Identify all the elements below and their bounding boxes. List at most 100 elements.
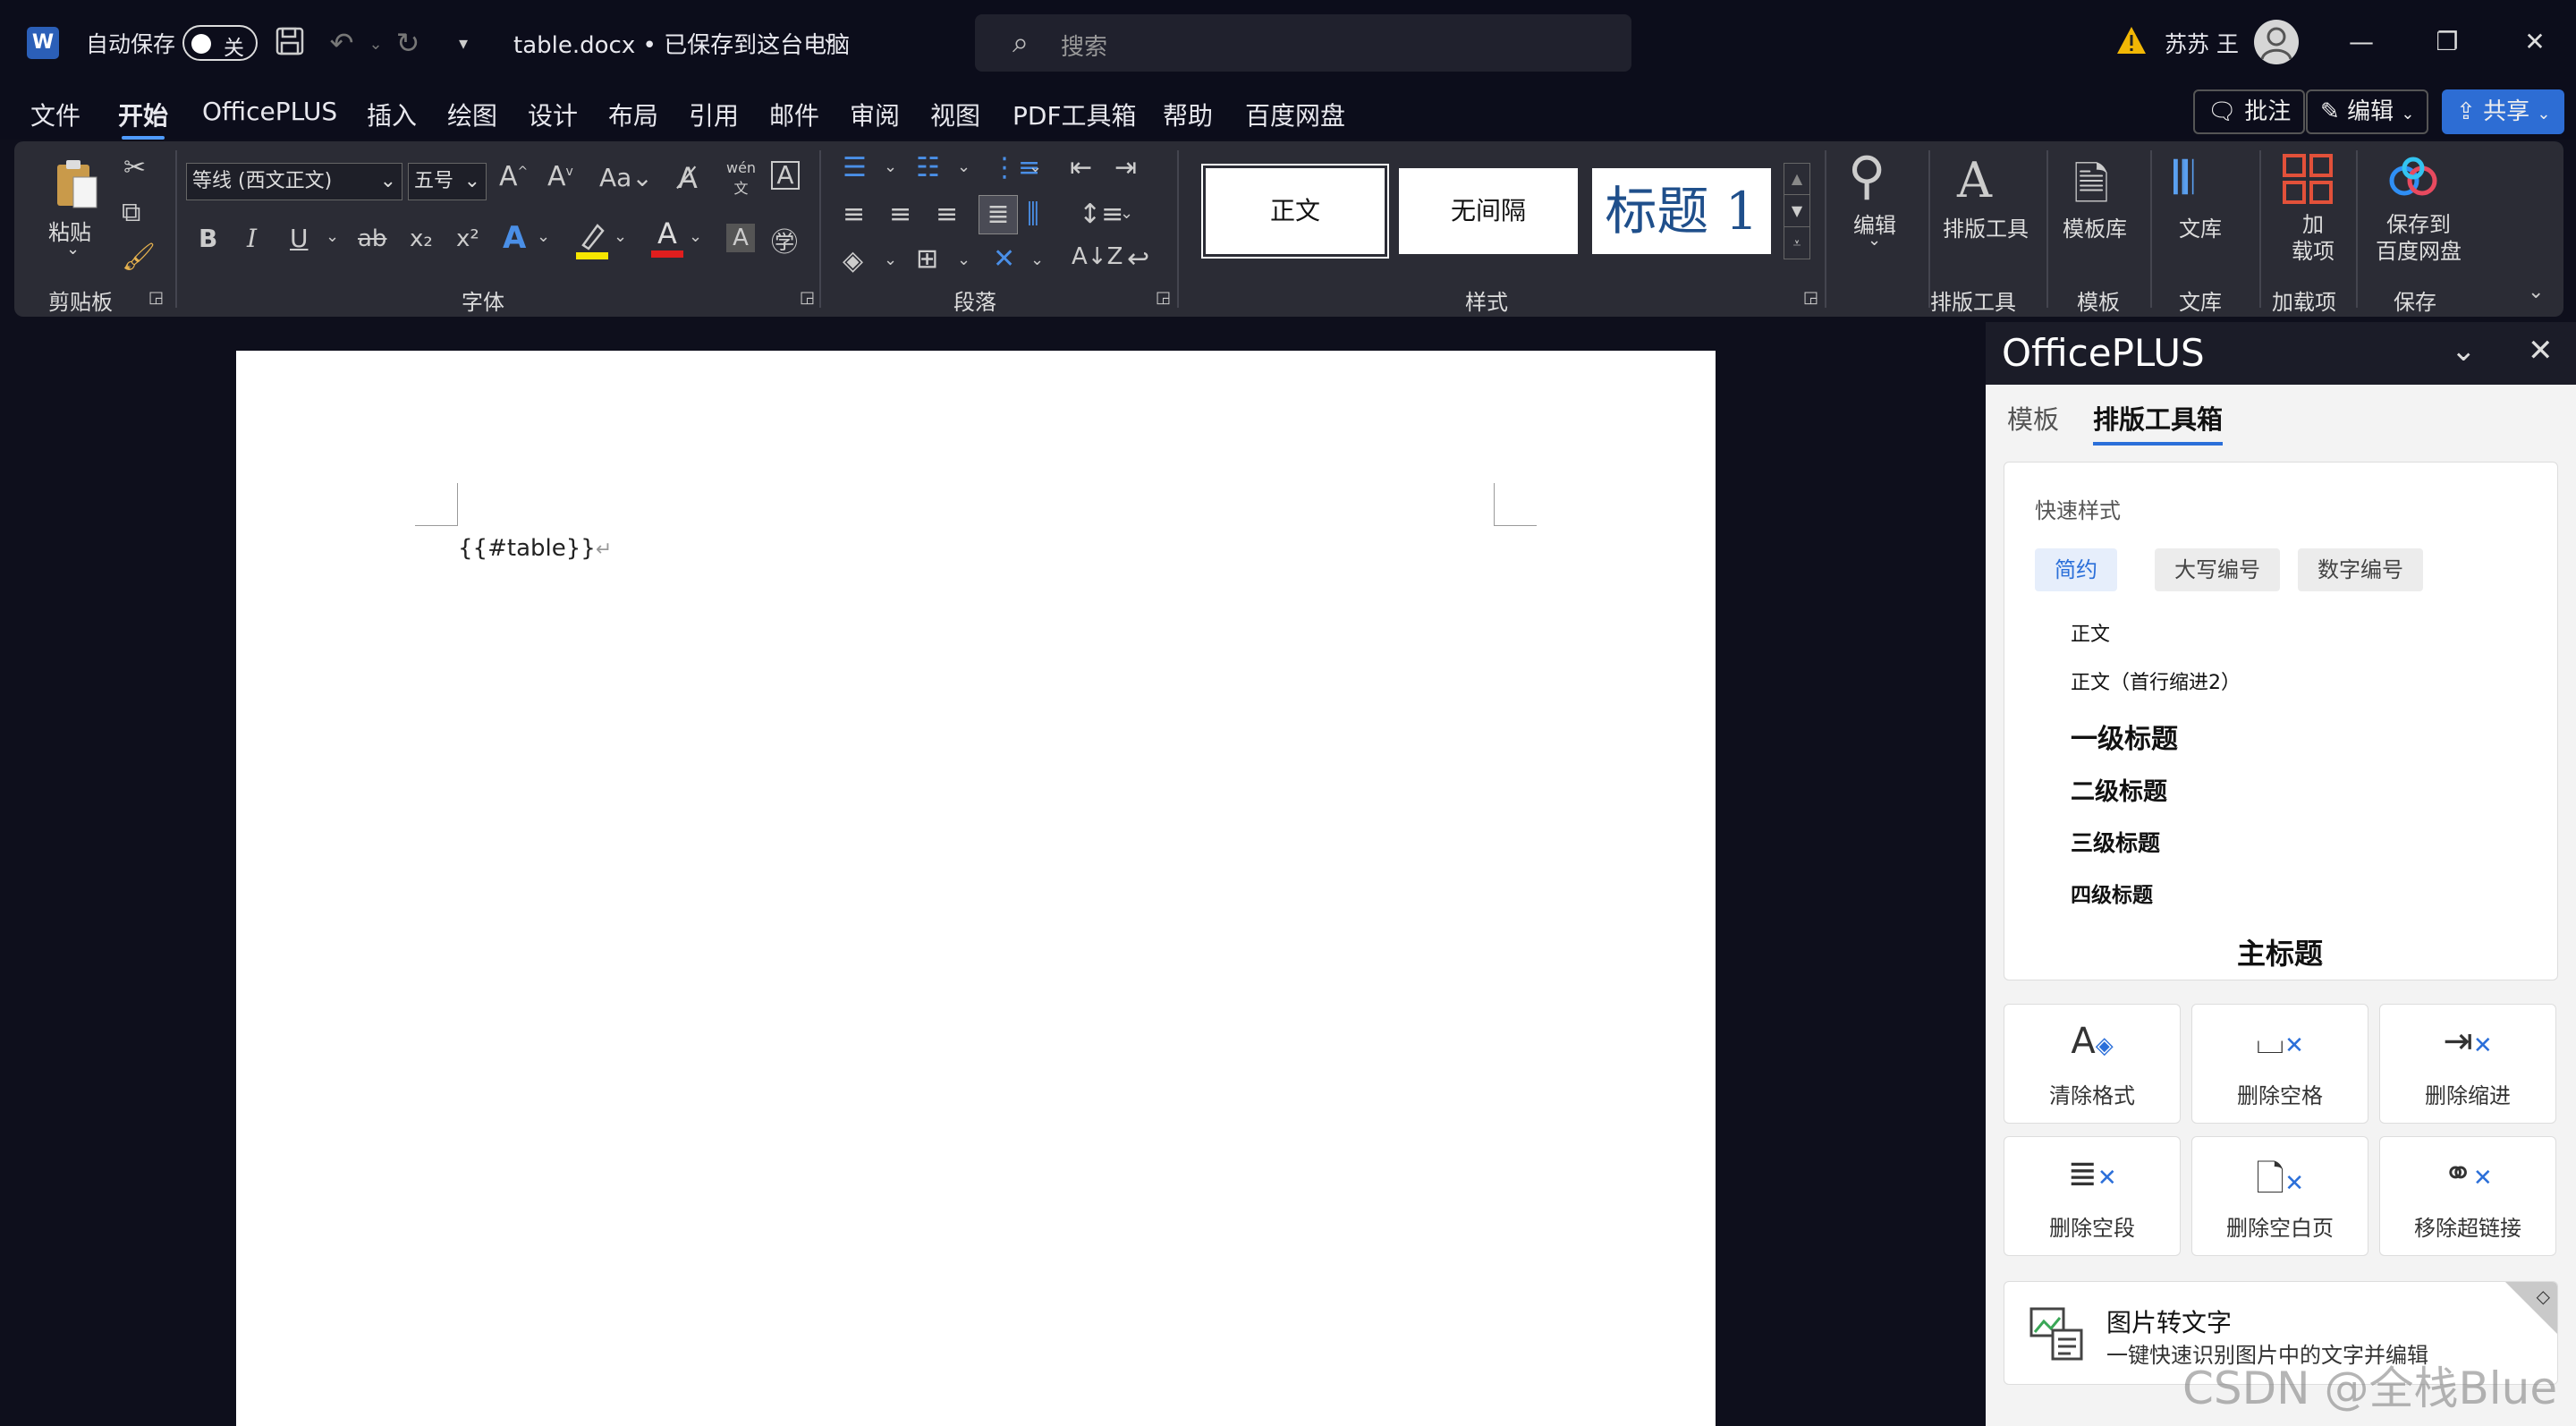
tab-officeplus[interactable]: OfficePLUS [202, 97, 337, 126]
font-size-select[interactable]: 五号 ⌄ [408, 163, 487, 200]
minimize-icon[interactable]: — [2334, 18, 2388, 66]
italic-icon[interactable]: I [247, 224, 257, 253]
tab-home[interactable]: 开始 [118, 97, 168, 140]
avatar[interactable] [2254, 20, 2299, 64]
template-library-button[interactable]: 模板库 [2063, 211, 2127, 242]
style-normal[interactable]: 正文 [1203, 166, 1387, 257]
text-effects-icon[interactable]: A [503, 220, 526, 256]
chevron-down-icon[interactable]: ⌄ [884, 250, 897, 269]
save-to-netdisk-button[interactable]: 保存到 百度网盘 [2376, 211, 2462, 265]
chevron-down-icon[interactable]: ⌄ [66, 240, 80, 259]
editing-mode-button[interactable]: ✎ 编辑 ⌄ [2306, 89, 2429, 134]
distributed-icon[interactable]: ⫼ [1027, 199, 1039, 230]
library-button[interactable]: 文库 [2179, 211, 2222, 242]
tab-references[interactable]: 引用 [689, 97, 739, 132]
quick-style-heading1[interactable]: 一级标题 [2071, 717, 2178, 756]
highlight-icon[interactable] [576, 220, 608, 259]
bullets-icon[interactable]: ☰ [843, 152, 867, 183]
underline-icon[interactable]: U [290, 224, 309, 253]
styles-scroll[interactable]: ▲ ▼ ⩡ [1784, 163, 1810, 259]
superscript-icon[interactable]: x² [456, 225, 479, 252]
chevron-down-icon[interactable]: ⌄ [2451, 333, 2477, 369]
chevron-down-icon[interactable]: ⌄ [1120, 204, 1133, 223]
close-icon[interactable]: ✕ [2508, 18, 2562, 66]
chevron-down-icon[interactable]: ⌄ [614, 227, 627, 246]
shading-icon[interactable]: ◈ [843, 245, 863, 276]
autosave-toggle[interactable]: 关 [182, 25, 258, 61]
character-shading-icon[interactable]: A [726, 224, 755, 252]
paste-icon[interactable] [50, 157, 104, 211]
numbering-icon[interactable]: ☷ [916, 152, 940, 183]
undo-dropdown-icon[interactable]: ⌄ [358, 27, 394, 63]
delete-blank-pages-button[interactable]: 🗋✕ 删除空白页 [2191, 1136, 2368, 1256]
delete-spaces-button[interactable]: ⌴✕ 删除空格 [2191, 1004, 2368, 1124]
quick-style-normal-indent[interactable]: 正文（首行缩进2） [2071, 666, 2241, 695]
customize-toolbar-icon[interactable]: ▾ [445, 25, 481, 61]
redo-icon[interactable]: ↻ [390, 25, 426, 61]
justify-icon[interactable]: ≣ [979, 195, 1018, 234]
dialog-launcher-icon[interactable]: ◲ [1803, 288, 1818, 307]
shrink-font-icon[interactable]: Av [547, 161, 573, 192]
phonetic-guide-icon[interactable]: wén 文 [726, 159, 756, 198]
chevron-down-icon[interactable]: ⌄ [1030, 250, 1044, 269]
search-input[interactable]: ⌕ 搜索 [975, 14, 1631, 72]
chevron-down-icon[interactable]: ⌄ [821, 27, 837, 49]
tab-mailings[interactable]: 邮件 [769, 97, 819, 132]
delete-indent-button[interactable]: ⇥✕ 删除缩进 [2379, 1004, 2556, 1124]
chevron-down-icon[interactable]: ⌄ [326, 227, 339, 246]
chip-uppercase-numbering[interactable]: 大写编号 [2155, 548, 2280, 591]
comments-button[interactable]: 🗨 批注 [2193, 89, 2306, 134]
warning-icon[interactable] [2116, 25, 2147, 55]
quick-style-normal[interactable]: 正文 [2071, 618, 2110, 647]
decrease-indent-icon[interactable]: ⇤ [1070, 152, 1092, 183]
chevron-down-icon[interactable]: ⌄ [957, 157, 970, 176]
align-center-icon[interactable]: ≡ [889, 199, 911, 230]
tab-templates[interactable]: 模板 [2007, 399, 2059, 437]
tab-help[interactable]: 帮助 [1163, 97, 1213, 132]
quick-style-heading3[interactable]: 三级标题 [2071, 826, 2160, 858]
tab-file[interactable]: 文件 [30, 97, 80, 132]
format-painter-icon[interactable]: 🖌 [122, 242, 156, 273]
increase-indent-icon[interactable]: ⇥ [1114, 152, 1137, 183]
ribbon-collapse-icon[interactable]: ⌄ [2528, 281, 2544, 303]
tab-baidu-netdisk[interactable]: 百度网盘 [1245, 97, 1345, 132]
clear-formatting-icon[interactable]: A̸ [678, 161, 698, 195]
subscript-icon[interactable]: x₂ [410, 225, 433, 252]
cut-icon[interactable]: ✂ [123, 152, 146, 183]
undo-icon[interactable]: ↶ [324, 25, 360, 61]
chevron-down-icon[interactable]: ⌄ [957, 250, 970, 269]
chinese-layout-icon[interactable]: ✕ [993, 243, 1015, 275]
library-icon[interactable]: 𝄃𝄃 [2174, 152, 2193, 205]
tab-view[interactable]: 视图 [930, 97, 980, 132]
tab-review[interactable]: 审阅 [850, 97, 900, 132]
font-name-select[interactable]: 等线 (西文正文) ⌄ [186, 163, 402, 200]
change-case-icon[interactable]: Aa⌄ [599, 163, 653, 192]
expand-styles-icon[interactable]: ⩡ [1784, 226, 1809, 259]
chip-numeric-numbering[interactable]: 数字编号 [2298, 548, 2423, 591]
style-no-spacing[interactable]: 无间隔 [1399, 168, 1578, 254]
enclose-characters-icon[interactable]: ㊫ [771, 220, 798, 259]
save-icon[interactable] [272, 25, 308, 61]
strikethrough-icon[interactable]: ab [358, 225, 386, 252]
layout-tool-button[interactable]: 排版工具 [1943, 211, 2029, 242]
document-filename[interactable]: table.docx • 已保存到这台电脑 [513, 27, 850, 60]
clear-format-button[interactable]: A◈ 清除格式 [2004, 1004, 2181, 1124]
user-name[interactable]: 苏苏 王 [2165, 27, 2239, 59]
layout-tool-icon[interactable]: A [1957, 152, 1992, 208]
align-right-icon[interactable]: ≡ [936, 199, 958, 230]
chevron-down-icon[interactable]: ⌄ [537, 227, 550, 246]
copy-icon[interactable]: ⧉ [122, 197, 140, 228]
sort-icon[interactable]: A↓Z [1072, 243, 1123, 270]
tab-insert[interactable]: 插入 [367, 97, 417, 132]
scroll-down-icon[interactable]: ▼ [1784, 194, 1809, 226]
align-left-icon[interactable]: ≡ [843, 199, 865, 230]
line-spacing-icon[interactable]: ↕≡ [1079, 199, 1123, 230]
remove-hyperlinks-button[interactable]: ⚭✕ 移除超链接 [2379, 1136, 2556, 1256]
quick-style-heading4[interactable]: 四级标题 [2071, 878, 2153, 908]
bold-icon[interactable]: B [199, 224, 217, 253]
tab-layout[interactable]: 布局 [608, 97, 658, 132]
chip-simple[interactable]: 简约 [2035, 548, 2117, 591]
delete-empty-paragraphs-button[interactable]: ≣✕ 删除空段 [2004, 1136, 2181, 1256]
tab-design[interactable]: 设计 [528, 97, 578, 132]
close-icon[interactable]: ✕ [2528, 333, 2554, 369]
